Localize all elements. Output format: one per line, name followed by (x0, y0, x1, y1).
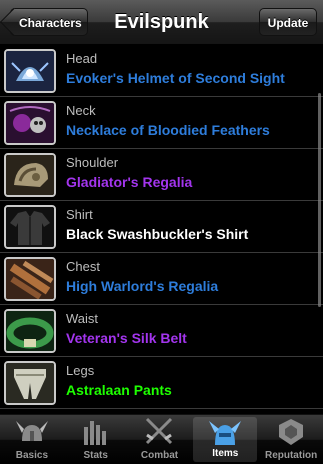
list-item-partial[interactable] (0, 409, 323, 413)
tab-stats[interactable]: Stats (64, 415, 128, 464)
item-name: High Warlord's Regalia (66, 278, 219, 294)
necklace-icon (4, 101, 56, 145)
list-item-shirt[interactable]: Shirt Black Swashbuckler's Shirt (0, 201, 323, 253)
tab-basics[interactable]: Basics (0, 415, 64, 464)
tab-stats-label: Stats (83, 450, 108, 461)
item-name: Evoker's Helmet of Second Sight (66, 70, 285, 86)
viking-helmet-icon (15, 421, 48, 441)
list-item-head[interactable]: Head Evoker's Helmet of Second Sight (0, 45, 323, 97)
item-name: Necklace of Bloodied Feathers (66, 122, 270, 138)
tab-reputation[interactable]: Reputation (259, 415, 323, 464)
scrollbar[interactable] (318, 93, 321, 307)
slot-label: Waist (66, 311, 99, 326)
slot-label: Head (66, 51, 98, 66)
helmet-icon (4, 49, 56, 93)
armor-helmet-icon (209, 421, 242, 445)
tab-combat-label: Combat (140, 450, 179, 461)
shirt-icon (4, 205, 56, 249)
slot-label: Shirt (66, 207, 93, 222)
item-name: Veteran's Silk Belt (66, 330, 187, 346)
item-name: Gladiator's Regalia (66, 174, 193, 190)
characters-back-label: Characters (19, 16, 82, 30)
belt-icon (4, 309, 56, 353)
item-name: Astralaan Pants (66, 382, 172, 398)
slot-label: Chest (66, 259, 100, 274)
list-item-waist[interactable]: Waist Veteran's Silk Belt (0, 305, 323, 357)
shoulder-icon (4, 153, 56, 197)
update-button[interactable]: Update (259, 8, 317, 36)
characters-back-button[interactable]: Characters (10, 8, 88, 36)
chest-icon (4, 257, 56, 301)
item-name: Black Swashbuckler's Shirt (66, 226, 249, 242)
list-item-neck[interactable]: Neck Necklace of Bloodied Feathers (0, 97, 323, 149)
list-item-legs[interactable]: Legs Astralaan Pants (0, 357, 323, 409)
list-item-chest[interactable]: Chest High Warlord's Regalia (0, 253, 323, 305)
slot-label: Shoulder (66, 155, 119, 170)
tab-items[interactable]: Items (193, 417, 258, 462)
tab-combat[interactable]: Combat (128, 415, 192, 464)
legs-icon (4, 361, 56, 405)
tab-reputation-label: Reputation (264, 450, 318, 461)
tab-bar: Basics Stats Combat Items Reputation (0, 414, 323, 464)
bar-chart-icon (83, 421, 106, 445)
slot-label: Legs (66, 363, 95, 378)
list-item-shoulder[interactable]: Shoulder Gladiator's Regalia (0, 149, 323, 201)
reputation-emblem-icon (279, 419, 304, 445)
crossed-swords-icon (146, 417, 173, 445)
slot-label: Neck (66, 103, 96, 118)
tab-items-label: Items (212, 448, 239, 459)
navigation-bar: Characters Evilspunk Update (0, 0, 323, 45)
tab-basics-label: Basics (15, 450, 49, 461)
item-list[interactable]: Head Evoker's Helmet of Second Sight Nec… (0, 45, 323, 413)
